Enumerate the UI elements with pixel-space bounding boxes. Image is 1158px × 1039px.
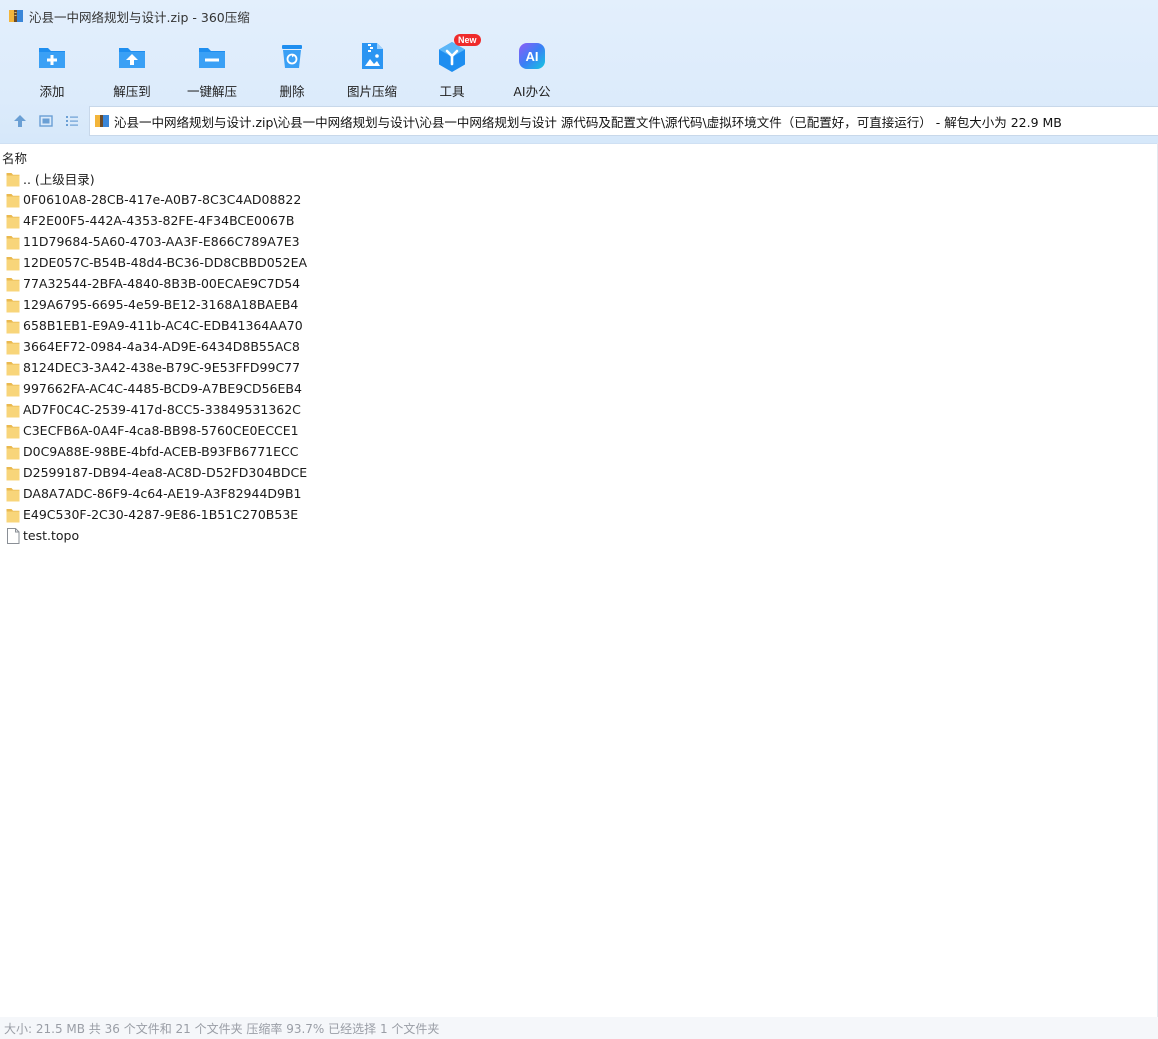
- address-bar[interactable]: 沁县一中网络规划与设计.zip\沁县一中网络规划与设计\沁县一中网络规划与设计 …: [89, 106, 1158, 136]
- delete-icon: [276, 40, 308, 72]
- item-name: C3ECFB6A-0A4F-4ca8-BB98-5760CE0ECCE1: [23, 423, 299, 438]
- item-name: D0C9A88E-98BE-4bfd-ACEB-B93FB6771ECC: [23, 444, 299, 459]
- folder-row[interactable]: E49C530F-2C30-4287-9E86-1B51C270B53E: [0, 504, 600, 525]
- thumbnail-view-button[interactable]: [38, 113, 54, 129]
- folder-icon: [6, 361, 20, 375]
- zip-file-icon: [95, 115, 109, 127]
- folder-row[interactable]: C3ECFB6A-0A4F-4ca8-BB98-5760CE0ECCE1: [0, 420, 600, 441]
- folder-icon: [6, 256, 20, 270]
- address-row: 沁县一中网络规划与设计.zip\沁县一中网络规划与设计\沁县一中网络规划与设计 …: [0, 106, 1158, 136]
- extract-to-icon: [116, 40, 148, 72]
- app-window: 沁县一中网络规划与设计.zip - 360压缩 添加 解压到 一键解压 删除 图…: [0, 0, 1158, 1039]
- item-name: 8124DEC3-3A42-438e-B79C-9E53FFD99C77: [23, 360, 301, 375]
- one-click-extract-label: 一键解压: [186, 84, 237, 99]
- image-compress-button[interactable]: 图片压缩: [332, 36, 412, 99]
- folder-icon: [6, 319, 20, 333]
- folder-row[interactable]: 0F0610A8-28CB-417e-A0B7-8C3C4AD08822: [0, 189, 600, 210]
- folder-icon: [6, 193, 20, 207]
- folder-row[interactable]: 12DE057C-B54B-48d4-BC36-DD8CBBD052EA: [0, 252, 600, 273]
- title-bar: 沁县一中网络规划与设计.zip - 360压缩: [0, 0, 1158, 32]
- item-name: 3664EF72-0984-4a34-AD9E-6434D8B55AC8: [23, 339, 300, 354]
- folder-row[interactable]: 3664EF72-0984-4a34-AD9E-6434D8B55AC8: [0, 336, 600, 357]
- window-title: 沁县一中网络规划与设计.zip - 360压缩: [29, 9, 250, 25]
- toolbar: 添加 解压到 一键解压 删除 图片压缩 New 工具 AI AI办公: [12, 34, 572, 99]
- ai-office-icon: AI: [516, 40, 548, 72]
- item-name: 11D79684-5A60-4703-AA3F-E866C789A7E3: [23, 234, 300, 249]
- zip-app-icon: [9, 10, 23, 22]
- add-icon: [36, 40, 68, 72]
- folder-icon: [6, 277, 20, 291]
- folder-icon: [6, 445, 20, 459]
- column-header-name[interactable]: 名称: [2, 148, 27, 167]
- ai-office-label: AI办公: [513, 84, 551, 99]
- ai-icon-text: AI: [526, 49, 539, 64]
- folder-row[interactable]: D0C9A88E-98BE-4bfd-ACEB-B93FB6771ECC: [0, 441, 600, 462]
- file-row[interactable]: test.topo: [0, 525, 600, 546]
- folder-icon: [6, 298, 20, 312]
- ai-office-button[interactable]: AI AI办公: [492, 36, 572, 99]
- up-arrow-icon: [14, 115, 26, 127]
- folder-icon: [6, 214, 20, 228]
- folder-row[interactable]: DA8A7ADC-86F9-4c64-AE19-A3F82944D9B1: [0, 483, 600, 504]
- item-name: E49C530F-2C30-4287-9E86-1B51C270B53E: [23, 507, 299, 522]
- address-path: 沁县一中网络规划与设计.zip\沁县一中网络规划与设计\沁县一中网络规划与设计 …: [114, 114, 1062, 130]
- folder-icon: [6, 487, 20, 501]
- tools-button[interactable]: New 工具: [412, 34, 492, 99]
- add-button[interactable]: 添加: [12, 36, 92, 99]
- tools-label: 工具: [439, 84, 465, 99]
- folder-icon: [6, 235, 20, 249]
- up-level-button[interactable]: [12, 113, 28, 129]
- one-click-extract-icon: [196, 40, 228, 72]
- folder-row[interactable]: 658B1EB1-E9A9-411b-AC4C-EDB41364AA70: [0, 315, 600, 336]
- file-icon: [7, 527, 20, 544]
- folder-row[interactable]: AD7F0C4C-2539-417d-8CC5-33849531362C: [0, 399, 600, 420]
- folder-icon: [6, 172, 20, 186]
- extract-to-label: 解压到: [113, 84, 151, 99]
- folder-row[interactable]: D2599187-DB94-4ea8-AC8D-D52FD304BDCE: [0, 462, 600, 483]
- delete-button[interactable]: 删除: [252, 36, 332, 99]
- item-name: .. (上级目录): [23, 172, 95, 187]
- item-name: 658B1EB1-E9A9-411b-AC4C-EDB41364AA70: [23, 318, 303, 333]
- image-compress-icon: [356, 40, 388, 72]
- folder-row[interactable]: 129A6795-6695-4e59-BE12-3168A18BAEB4: [0, 294, 600, 315]
- folder-icon: [6, 340, 20, 354]
- folder-icon: [6, 382, 20, 396]
- folder-icon: [6, 403, 20, 417]
- item-name: 77A32544-2BFA-4840-8B3B-00ECAE9C7D54: [23, 276, 301, 291]
- folder-icon: [6, 424, 20, 438]
- item-name: AD7F0C4C-2539-417d-8CC5-33849531362C: [23, 402, 301, 417]
- item-name: 4F2E00F5-442A-4353-82FE-4F34BCE0067B: [23, 213, 295, 228]
- tools-icon: New: [436, 34, 481, 72]
- folder-row[interactable]: 11D79684-5A60-4703-AA3F-E866C789A7E3: [0, 231, 600, 252]
- item-name: D2599187-DB94-4ea8-AC8D-D52FD304BDCE: [23, 465, 308, 480]
- folder-row[interactable]: 8124DEC3-3A42-438e-B79C-9E53FFD99C77: [0, 357, 600, 378]
- folder-row[interactable]: .. (上级目录): [0, 168, 600, 189]
- status-text: 大小: 21.5 MB 共 36 个文件和 21 个文件夹 压缩率 93.7% …: [4, 1021, 440, 1036]
- item-name: 0F0610A8-28CB-417e-A0B7-8C3C4AD08822: [23, 192, 302, 207]
- file-list: .. (上级目录) 0F0610A8-28CB-417e-A0B7-8C3C4AD…: [0, 168, 600, 546]
- one-click-extract-button[interactable]: 一键解压: [172, 36, 252, 99]
- list-view-icon: [66, 116, 78, 126]
- item-name: 129A6795-6695-4e59-BE12-3168A18BAEB4: [23, 297, 299, 312]
- item-name: 12DE057C-B54B-48d4-BC36-DD8CBBD052EA: [23, 255, 308, 270]
- list-view-button[interactable]: [64, 113, 80, 129]
- new-badge: New: [454, 34, 481, 46]
- delete-label: 删除: [279, 84, 305, 99]
- item-name: test.topo: [23, 528, 80, 543]
- folder-icon: [6, 508, 20, 522]
- folder-row[interactable]: 997662FA-AC4C-4485-BCD9-A7BE9CD56EB4: [0, 378, 600, 399]
- item-name: 997662FA-AC4C-4485-BCD9-A7BE9CD56EB4: [23, 381, 302, 396]
- folder-row[interactable]: 4F2E00F5-442A-4353-82FE-4F34BCE0067B: [0, 210, 600, 231]
- top-chrome: 沁县一中网络规划与设计.zip - 360压缩 添加 解压到 一键解压 删除 图…: [0, 0, 1158, 144]
- extract-to-button[interactable]: 解压到: [92, 36, 172, 99]
- folder-row[interactable]: 77A32544-2BFA-4840-8B3B-00ECAE9C7D54: [0, 273, 600, 294]
- image-compress-label: 图片压缩: [346, 84, 397, 99]
- thumbnail-view-icon: [39, 115, 53, 127]
- item-name: DA8A7ADC-86F9-4c64-AE19-A3F82944D9B1: [23, 486, 302, 501]
- folder-icon: [6, 466, 20, 480]
- add-label: 添加: [39, 84, 65, 99]
- status-bar: 大小: 21.5 MB 共 36 个文件和 21 个文件夹 压缩率 93.7% …: [0, 1017, 1158, 1039]
